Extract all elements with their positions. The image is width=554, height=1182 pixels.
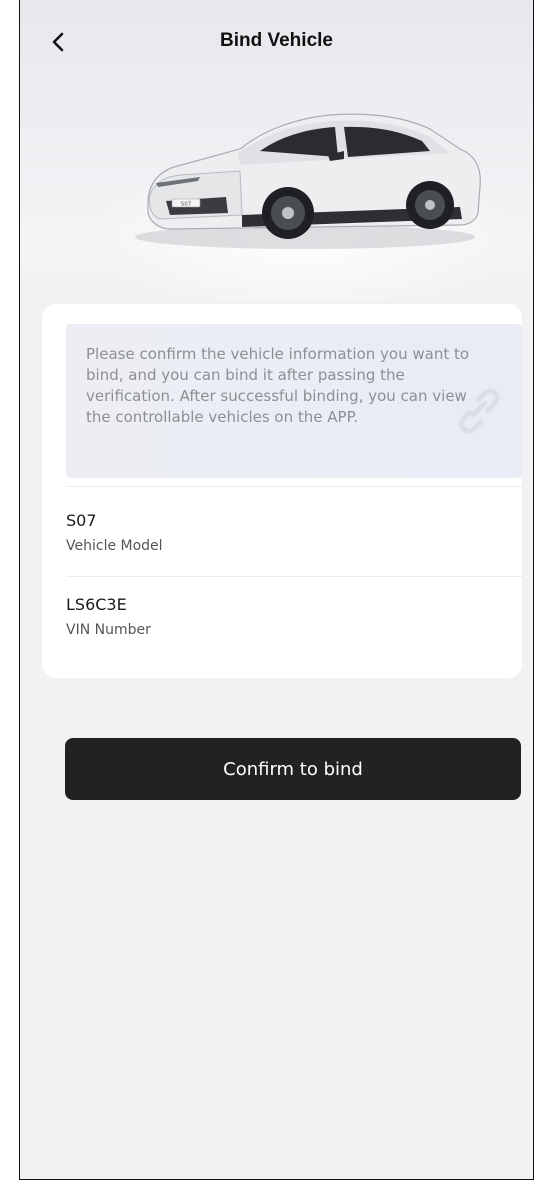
vin-label: VIN Number [66,622,151,638]
navigation-bar: Bind Vehicle [20,20,533,64]
confirm-bind-button[interactable]: Confirm to bind [65,738,521,800]
car-badge: S07 [181,202,192,208]
vehicle-info-card: Please confirm the vehicle information y… [42,304,522,678]
notice-text: Please confirm the vehicle information y… [86,345,470,426]
vehicle-image: S07 [135,113,481,249]
vehicle-model-row: S07 Vehicle Model [66,510,522,556]
vehicle-model-label: Vehicle Model [66,538,163,554]
binding-notice: Please confirm the vehicle information y… [66,324,522,478]
page-title: Bind Vehicle [220,30,333,51]
vehicle-model-value: S07 [66,511,97,530]
link-icon [458,388,500,434]
divider [66,486,522,487]
vin-value: LS6C3E [66,595,127,614]
app-screen: S07 Bind Vehicle Please confirm the vehi… [19,0,534,1180]
divider [66,576,522,577]
vin-row: LS6C3E VIN Number [66,594,522,640]
